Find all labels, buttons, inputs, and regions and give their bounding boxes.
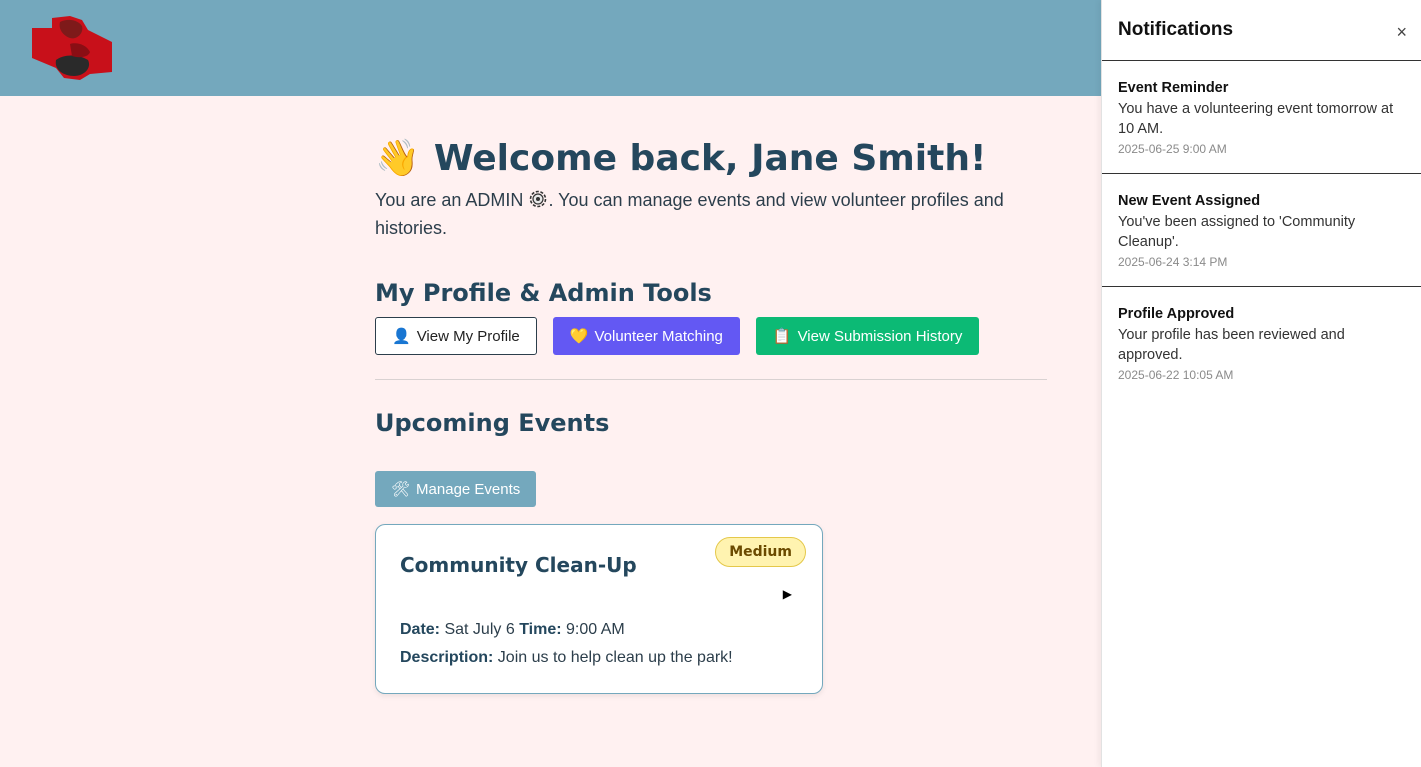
event-name: Community Clean-Up (400, 553, 637, 577)
notification-item[interactable]: Profile Approved Your profile has been r… (1102, 287, 1421, 400)
notifications-panel: Notifications × Event Reminder You have … (1101, 0, 1421, 767)
submission-history-label: View Submission History (797, 327, 963, 345)
upcoming-events-title: Upcoming Events (375, 409, 610, 437)
submission-history-button[interactable]: 📋 View Submission History (755, 317, 980, 355)
tools-icon: 🛠 (391, 481, 411, 498)
notification-title: Event Reminder (1118, 80, 1229, 96)
notification-message: Your profile has been reviewed and appro… (1118, 327, 1345, 363)
notification-title: Profile Approved (1118, 306, 1235, 322)
welcome-heading: 👋 Welcome back, Jane Smith! (375, 136, 1047, 182)
waving-hand-icon: 👋 (375, 138, 420, 179)
time-label: Time: (519, 621, 562, 638)
view-profile-button[interactable]: 👤 View My Profile (375, 317, 537, 355)
notification-title: New Event Assigned (1118, 193, 1261, 209)
manage-events-label: Manage Events (416, 480, 521, 498)
notification-time: 2025-06-25 9:00 AM (1118, 142, 1227, 156)
event-description: Description: Join us to help clean up th… (400, 649, 733, 667)
manage-events-button[interactable]: 🛠 Manage Events (375, 471, 537, 507)
event-card[interactable]: Community Clean-Up Medium ▶ Date: Sat Ju… (375, 524, 823, 694)
heart-icon: 💛 (569, 328, 589, 345)
logo[interactable] (30, 14, 114, 82)
view-profile-label: View My Profile (416, 327, 520, 345)
notification-item[interactable]: Event Reminder You have a volunteering e… (1102, 61, 1421, 174)
notifications-header: Notifications × (1102, 0, 1421, 61)
notification-message: You have a volunteering event tomorrow a… (1118, 101, 1394, 137)
urgency-badge: Medium (715, 537, 806, 567)
close-icon[interactable]: × (1396, 22, 1407, 42)
clipboard-icon: 📋 (772, 328, 792, 345)
welcome-title: Welcome back, Jane Smith! (433, 138, 987, 179)
event-time: 9:00 AM (566, 621, 625, 638)
date-label: Date: (400, 621, 441, 638)
role-description: You are an ADMIN . You can manage events… (375, 186, 1047, 242)
notification-message: You've been assigned to 'Community Clean… (1118, 214, 1356, 250)
event-date: Sat July 6 (444, 621, 515, 638)
top-header (0, 0, 1101, 96)
volunteer-matching-button[interactable]: 💛 Volunteer Matching (552, 317, 740, 355)
expand-triangle-icon[interactable]: ▶ (783, 587, 792, 601)
section-divider (375, 379, 1047, 380)
app: 👋 Welcome back, Jane Smith! You are an A… (0, 0, 1421, 767)
dashboard-main: 👋 Welcome back, Jane Smith! You are an A… (375, 96, 1047, 694)
description-label: Description: (400, 649, 494, 666)
profile-tools-buttons: 👤 View My Profile 💛 Volunteer Matching 📋… (375, 317, 1047, 355)
gear-icon (530, 190, 547, 208)
event-date-time: Date: Sat July 6 Time: 9:00 AM (400, 621, 625, 639)
notification-item[interactable]: New Event Assigned You've been assigned … (1102, 174, 1421, 287)
notifications-title: Notifications (1118, 19, 1234, 40)
notification-time: 2025-06-22 10:05 AM (1118, 368, 1234, 382)
description-text: Join us to help clean up the park! (497, 649, 733, 666)
user-icon: 👤 (392, 328, 411, 345)
role-prefix: You are an ADMIN (375, 190, 524, 210)
notification-time: 2025-06-24 3:14 PM (1118, 255, 1228, 269)
volunteer-matching-label: Volunteer Matching (594, 327, 723, 345)
profile-tools-title: My Profile & Admin Tools (375, 279, 712, 307)
